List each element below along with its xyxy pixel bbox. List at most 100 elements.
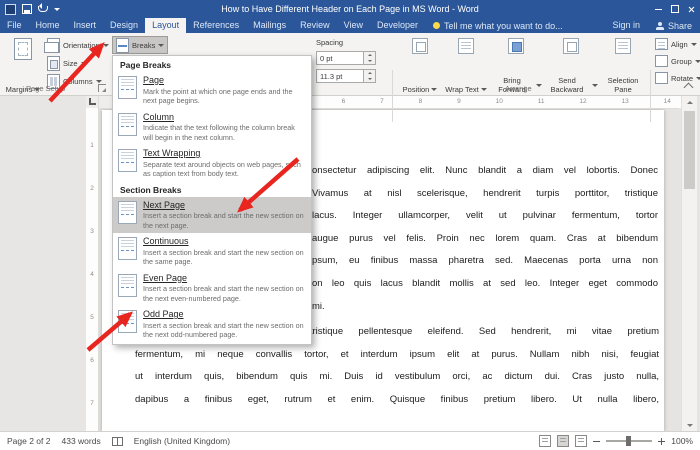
position-label: Position — [403, 85, 430, 94]
rotate-caret-icon — [696, 77, 700, 83]
breaks-icon — [116, 38, 129, 53]
status-right: 100% — [539, 435, 693, 447]
spacing-after-spinner[interactable] — [364, 69, 376, 83]
title-bar: How to Have Different Header on Each Pag… — [0, 0, 700, 18]
menu-item-title: Odd Page — [143, 309, 304, 320]
tell-me-box[interactable]: Tell me what you want to do... — [425, 18, 571, 33]
menu-item-title: Even Page — [143, 273, 304, 284]
tab-home[interactable]: Home — [29, 18, 67, 33]
size-button[interactable]: Size — [44, 55, 90, 71]
menu-item-even-page[interactable]: Even Page Insert a section break and sta… — [113, 270, 311, 307]
text-wrapping-break-icon — [118, 149, 137, 172]
tab-insert[interactable]: Insert — [67, 18, 104, 33]
paragraph-1[interactable]: onsectetur adipiscing elit. Nunc blandit… — [312, 160, 658, 318]
ruler-number: 3 — [90, 228, 94, 235]
tab-view[interactable]: View — [337, 18, 370, 33]
scrollbar-thumb[interactable] — [684, 111, 695, 189]
selection-pane-button[interactable]: Selection Pane — [600, 36, 646, 96]
menu-item-next-page[interactable]: Next Page Insert a section break and sta… — [113, 197, 311, 234]
lightbulb-icon — [433, 22, 440, 29]
group-separator — [650, 70, 651, 122]
text-line: onsectetur adipiscing elit. Nunc blandit… — [312, 160, 658, 183]
undo-icon[interactable] — [38, 6, 48, 12]
word-window: How to Have Different Header on Each Pag… — [0, 0, 700, 450]
save-icon[interactable] — [22, 4, 32, 14]
scroll-up-button[interactable] — [682, 95, 697, 109]
tab-file[interactable]: File — [0, 18, 29, 33]
orientation-icon — [47, 38, 60, 53]
text-line: ut interdum quis, bibendum quis mi. Duis… — [135, 366, 659, 389]
close-icon[interactable] — [688, 6, 695, 13]
menu-item-continuous[interactable]: Continuous Insert a section break and st… — [113, 233, 311, 270]
menu-item-column[interactable]: Column Indicate that the text following … — [113, 109, 311, 146]
breaks-button[interactable]: Breaks — [112, 36, 168, 54]
send-backward-label: Send Backward — [544, 76, 590, 94]
print-layout-icon[interactable] — [557, 435, 569, 447]
tab-developer[interactable]: Developer — [370, 18, 425, 33]
text-line: on leo quis lacus blandit mollis at sed … — [312, 273, 658, 296]
language-indicator[interactable]: English (United Kingdom) — [134, 436, 230, 446]
quick-access-caret-icon[interactable] — [54, 8, 60, 14]
zoom-out-icon[interactable] — [593, 441, 600, 442]
share-button[interactable]: Share — [648, 18, 700, 33]
tab-design[interactable]: Design — [103, 18, 145, 33]
next-page-break-icon — [118, 201, 137, 224]
spacing-before-spinner[interactable] — [364, 51, 376, 65]
page-break-icon — [118, 76, 137, 99]
share-label: Share — [668, 21, 692, 31]
ruler-number: 7 — [380, 98, 384, 105]
scroll-down-button[interactable] — [682, 418, 697, 432]
group-button[interactable]: Group — [655, 54, 700, 68]
page-setup-dialog-launcher-icon[interactable] — [98, 84, 106, 92]
menu-item-title: Page — [143, 75, 304, 86]
zoom-in-icon[interactable] — [658, 438, 665, 445]
spacing-after-value[interactable]: 11.3 pt — [316, 69, 364, 83]
web-layout-icon[interactable] — [575, 435, 587, 447]
menu-item-text-wrapping[interactable]: Text Wrapping Separate text around objec… — [113, 145, 311, 182]
arrange-group-label: Arrange — [505, 84, 532, 93]
tab-review[interactable]: Review — [293, 18, 337, 33]
selection-pane-icon — [615, 38, 631, 54]
ruler-number: 7 — [90, 400, 94, 407]
sign-in-link[interactable]: Sign in — [604, 18, 648, 33]
wrap-text-button[interactable]: Wrap Text — [444, 36, 488, 96]
spacing-before-field[interactable]: 0 pt — [316, 51, 376, 65]
tab-stop-icon — [89, 98, 96, 105]
tab-stop-selector[interactable] — [86, 95, 99, 108]
ruler-number: 13 — [622, 98, 629, 105]
read-mode-icon[interactable] — [539, 435, 551, 447]
align-button[interactable]: Align — [655, 37, 697, 51]
align-icon — [655, 38, 668, 50]
spinner-down-icon[interactable] — [364, 58, 375, 64]
menu-item-page[interactable]: Page Mark the point at which one page en… — [113, 72, 311, 109]
spinner-down-icon[interactable] — [364, 76, 375, 82]
menu-item-odd-page[interactable]: Odd Page Insert a section break and star… — [113, 306, 311, 343]
rotate-button[interactable]: Rotate — [655, 71, 700, 85]
zoom-slider-thumb[interactable] — [626, 436, 631, 446]
tab-references[interactable]: References — [186, 18, 246, 33]
tab-layout[interactable]: Layout — [145, 18, 186, 33]
vertical-ruler[interactable]: 1 2 3 4 5 6 7 — [86, 108, 99, 432]
group-separator — [392, 70, 393, 122]
spacing-before-value[interactable]: 0 pt — [316, 51, 364, 65]
maximize-icon[interactable] — [671, 5, 679, 13]
word-count[interactable]: 433 words — [61, 436, 100, 446]
ruler-number: 1 — [90, 142, 94, 149]
page-indicator[interactable]: Page 2 of 2 — [7, 436, 50, 446]
tab-mailings[interactable]: Mailings — [246, 18, 293, 33]
columns-label: Columns — [63, 77, 93, 86]
proofing-icon[interactable] — [112, 437, 123, 446]
scroll-down-icon — [687, 424, 693, 430]
position-button[interactable]: Position — [398, 36, 442, 96]
send-backward-button[interactable]: Send Backward — [544, 36, 598, 96]
orientation-label: Orientation — [63, 41, 100, 50]
position-icon — [412, 38, 428, 54]
minimize-icon[interactable] — [655, 9, 662, 10]
spacing-after-field[interactable]: 11.3 pt — [316, 69, 376, 83]
menu-item-desc: Mark the point at which one page ends an… — [143, 87, 304, 106]
orientation-button[interactable]: Orientation — [44, 37, 112, 53]
vertical-scrollbar[interactable] — [681, 95, 697, 432]
zoom-slider[interactable] — [606, 440, 652, 442]
zoom-level[interactable]: 100% — [671, 436, 693, 446]
menu-item-desc: Separate text around objects on web page… — [143, 160, 304, 179]
